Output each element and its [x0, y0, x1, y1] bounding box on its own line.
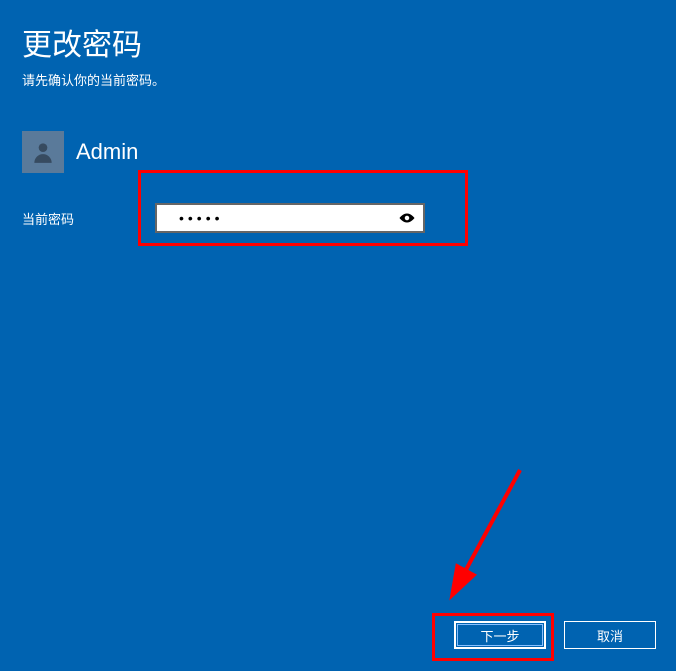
cancel-button[interactable]: 取消: [564, 621, 656, 649]
page-title: 更改密码: [0, 0, 676, 70]
page-subtitle: 请先确认你的当前密码。: [0, 70, 676, 113]
password-reveal-icon[interactable]: [397, 208, 417, 228]
current-password-row: 当前密码: [0, 203, 676, 233]
user-row: Admin: [0, 131, 676, 173]
button-row: 下一步 取消: [454, 621, 656, 649]
current-password-input[interactable]: [155, 203, 425, 233]
user-icon: [30, 139, 56, 165]
annotation-arrow-icon: [400, 460, 540, 620]
avatar: [22, 131, 64, 173]
current-password-label: 当前密码: [0, 209, 155, 228]
username-label: Admin: [76, 139, 138, 165]
next-button[interactable]: 下一步: [454, 621, 546, 649]
